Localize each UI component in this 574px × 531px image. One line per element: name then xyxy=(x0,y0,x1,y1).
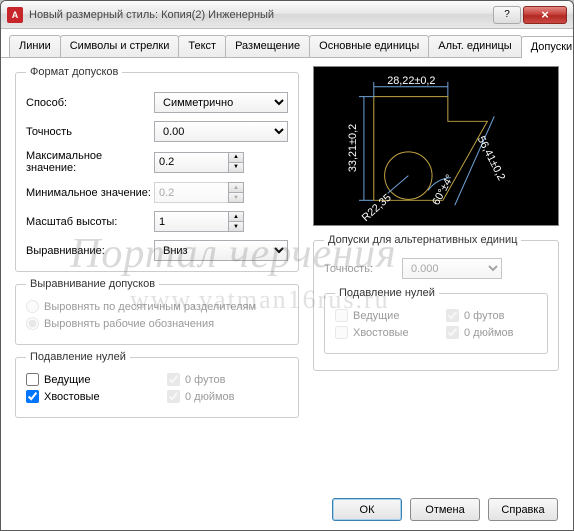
align-label: Выравнивание: xyxy=(26,245,154,257)
align-operational-label: Выровнять рабочие обозначения xyxy=(44,318,214,330)
zero-right-legend: Подавление нулей xyxy=(335,287,439,299)
scale-label: Масштаб высоты: xyxy=(26,216,154,228)
alt-trailing-label: Хвостовые xyxy=(353,327,409,339)
scale-input[interactable] xyxy=(154,211,228,232)
tabs: Линии Символы и стрелки Текст Размещение… xyxy=(1,29,573,58)
precision-select[interactable]: 0.00 xyxy=(154,121,288,142)
min-down: ▼ xyxy=(228,192,244,203)
alt-leading-check xyxy=(335,309,348,322)
feet-check xyxy=(167,373,180,386)
leading-label: Ведущие xyxy=(44,374,90,386)
alt-feet-label: 0 футов xyxy=(464,310,504,322)
dim-ang: 60°±4° xyxy=(430,173,456,208)
alt-trailing-check xyxy=(335,326,348,339)
leading-check[interactable] xyxy=(26,373,39,386)
tab-primary[interactable]: Основные единицы xyxy=(309,35,429,57)
close-button[interactable]: × xyxy=(523,6,567,24)
help-button-footer[interactable]: Справка xyxy=(488,498,558,521)
cancel-button[interactable]: Отмена xyxy=(410,498,480,521)
ok-button[interactable]: ОК xyxy=(332,498,402,521)
scale-up[interactable]: ▲ xyxy=(228,211,244,221)
method-label: Способ: xyxy=(26,97,154,109)
tab-tolerances[interactable]: Допуски xyxy=(521,36,574,58)
align-decimals-radio xyxy=(26,300,39,313)
min-label: Минимальное значение: xyxy=(26,187,154,199)
inches-check xyxy=(167,390,180,403)
trailing-check[interactable] xyxy=(26,390,39,403)
titlebar: A Новый размерный стиль: Копия(2) Инжене… xyxy=(1,1,573,29)
tab-text[interactable]: Текст xyxy=(178,35,226,57)
alt-precision-select: 0.000 xyxy=(402,258,502,279)
footer: ОК Отмена Справка xyxy=(332,498,558,521)
tol-align-legend: Выравнивание допусков xyxy=(26,278,159,290)
alt-inches-check xyxy=(446,326,459,339)
dim-diag: 56,41±0,2 xyxy=(475,134,508,182)
max-up[interactable]: ▲ xyxy=(228,152,244,162)
window-title: Новый размерный стиль: Копия(2) Инженерн… xyxy=(29,9,491,21)
dim-left: 33,21±0,2 xyxy=(347,124,359,172)
app-icon: A xyxy=(7,7,23,23)
dim-rad: R22,35 xyxy=(360,192,394,224)
help-button[interactable]: ? xyxy=(493,6,521,24)
max-input[interactable] xyxy=(154,152,228,173)
trailing-label: Хвостовые xyxy=(44,391,100,403)
align-operational-radio xyxy=(26,317,39,330)
min-input xyxy=(154,182,228,203)
tab-alt[interactable]: Альт. единицы xyxy=(428,35,521,57)
preview-pane: 28,22±0,2 33,21±0,2 56,41±0,2 R22,35 60°… xyxy=(313,66,559,226)
alt-precision-label: Точность: xyxy=(324,263,394,275)
align-select[interactable]: Вниз xyxy=(154,240,288,261)
max-down[interactable]: ▼ xyxy=(228,162,244,173)
tab-fit[interactable]: Размещение xyxy=(225,35,310,57)
alt-group: Допуски для альтернативных единиц Точнос… xyxy=(313,234,559,371)
scale-down[interactable]: ▼ xyxy=(228,221,244,232)
inches-label: 0 дюймов xyxy=(185,391,235,403)
precision-label: Точность xyxy=(26,126,154,138)
min-up: ▲ xyxy=(228,182,244,192)
format-legend: Формат допусков xyxy=(26,66,122,78)
max-label: Максимальное значение: xyxy=(26,150,154,174)
zero-right-group: Подавление нулей Ведущие Хвостовые 0 фут… xyxy=(324,287,548,354)
alt-legend: Допуски для альтернативных единиц xyxy=(324,234,521,246)
format-group: Формат допусков Способ: Симметрично Точн… xyxy=(15,66,299,272)
zero-left-legend: Подавление нулей xyxy=(26,351,130,363)
alt-inches-label: 0 дюймов xyxy=(464,327,514,339)
zero-left-group: Подавление нулей Ведущие Хвостовые 0 фут… xyxy=(15,351,299,418)
tab-lines[interactable]: Линии xyxy=(9,35,61,57)
align-decimals-label: Выровнять по десятичным разделителям xyxy=(44,301,256,313)
tab-symbols[interactable]: Символы и стрелки xyxy=(60,35,180,57)
alt-feet-check xyxy=(446,309,459,322)
tol-align-group: Выравнивание допусков Выровнять по десят… xyxy=(15,278,299,345)
dim-top: 28,22±0,2 xyxy=(387,75,435,87)
alt-leading-label: Ведущие xyxy=(353,310,399,322)
method-select[interactable]: Симметрично xyxy=(154,92,288,113)
feet-label: 0 футов xyxy=(185,374,225,386)
